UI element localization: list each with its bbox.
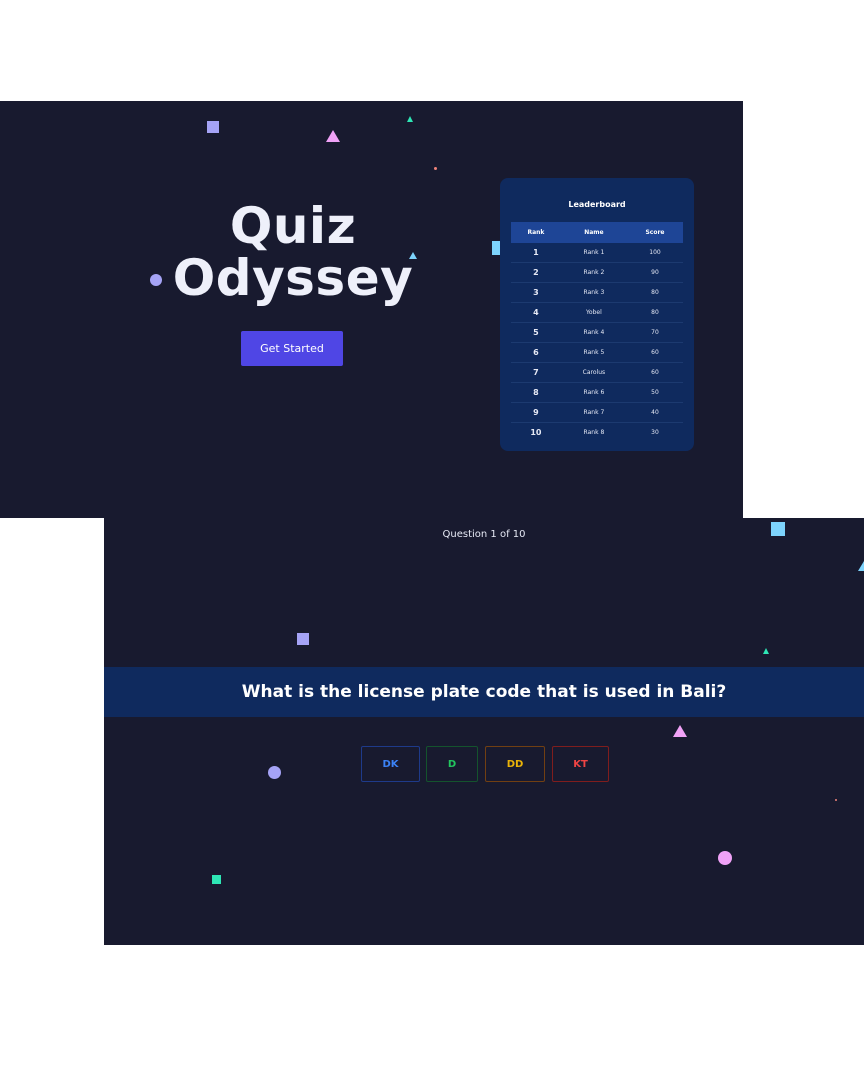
score-cell: 60 (626, 342, 683, 363)
score-cell: 80 (626, 282, 683, 303)
decor-square (492, 241, 500, 255)
rank-cell: 9 (511, 402, 561, 423)
score-cell: 30 (651, 429, 659, 436)
rank-cell: 7 (511, 362, 561, 383)
name-cell: Yobel (560, 302, 627, 323)
decor-triangle (326, 130, 340, 142)
app-title-line1: Quiz (229, 197, 357, 255)
decor-triangle (407, 116, 413, 122)
decor-square (297, 633, 309, 645)
decor-circle (150, 274, 162, 286)
rank-cell: 1 (511, 243, 561, 263)
name-cell: Rank 8 (583, 429, 605, 436)
leaderboard-title: Leaderboard (568, 200, 626, 209)
name-cell: Rank 2 (560, 262, 627, 283)
name-cell: Rank 6 (560, 382, 627, 403)
name-cell: Rank 4 (560, 322, 627, 343)
header-score: Score (626, 222, 683, 243)
quiz-screen: Question 1 of 10 What is the license pla… (104, 518, 864, 945)
score-cell: 70 (626, 322, 683, 343)
rank-cell: 6 (511, 342, 561, 363)
leaderboard-header-row: Rank Name Score (511, 222, 683, 243)
leaderboard-row: 3 Rank 3 80 (511, 282, 683, 303)
score-cell: 80 (626, 302, 683, 323)
header-name: Name (560, 222, 627, 243)
score-cell: 50 (626, 382, 683, 403)
decor-dot (434, 167, 437, 170)
leaderboard-row: 2 Rank 2 90 (511, 262, 683, 283)
answer-button-dk[interactable]: DK (361, 746, 420, 782)
leaderboard-row: 8 Rank 6 50 (511, 382, 683, 403)
leaderboard-row: 9 Rank 7 40 (511, 402, 683, 423)
decor-circle (718, 851, 732, 865)
rank-cell: 8 (511, 382, 561, 403)
decor-triangle (763, 648, 769, 654)
decor-triangle (673, 725, 687, 737)
leaderboard-row: 6 Rank 5 60 (511, 342, 683, 363)
rank-cell: 10 (530, 428, 542, 437)
name-cell: Rank 7 (560, 402, 627, 423)
name-cell: Carolus (560, 362, 627, 383)
answer-button-dd[interactable]: DD (485, 746, 545, 782)
question-banner: What is the license plate code that is u… (104, 667, 864, 717)
leaderboard-row: 4 Yobel 80 (511, 302, 683, 323)
name-cell: Rank 3 (560, 282, 627, 303)
get-started-button[interactable]: Get Started (241, 331, 343, 366)
rank-cell: 5 (511, 322, 561, 343)
answer-button-d[interactable]: D (426, 746, 478, 782)
score-cell: 100 (626, 243, 683, 263)
score-cell: 60 (626, 362, 683, 383)
leaderboard-row: 5 Rank 4 70 (511, 322, 683, 343)
score-cell: 90 (626, 262, 683, 283)
decor-circle (268, 766, 281, 779)
app-title-line2: Odyssey (172, 249, 414, 307)
question-counter: Question 1 of 10 (442, 529, 526, 540)
leaderboard-row: 7 Carolus 60 (511, 362, 683, 383)
landing-screen: Quiz Odyssey Get Started Leaderboard Ran… (0, 101, 743, 518)
score-cell: 40 (626, 402, 683, 423)
rank-cell: 3 (511, 282, 561, 303)
leaderboard-row: 10 Rank 8 30 (511, 423, 683, 443)
rank-cell: 4 (511, 302, 561, 323)
answer-button-kt[interactable]: KT (552, 746, 609, 782)
decor-square (207, 121, 219, 133)
app-title: Quiz Odyssey (168, 200, 418, 304)
leaderboard-row: 1 Rank 1 100 (511, 243, 683, 263)
decor-dot (835, 799, 837, 801)
leaderboard-table: Rank Name Score 1 Rank 1 100 2 Rank 2 90 3 Ra… (511, 222, 683, 442)
name-cell: Rank 5 (560, 342, 627, 363)
name-cell: Rank 1 (560, 243, 627, 263)
decor-triangle (858, 561, 864, 571)
leaderboard-card: Leaderboard Rank Name Score 1 Rank 1 100 2… (500, 178, 694, 451)
decor-square (212, 875, 221, 884)
rank-cell: 2 (511, 262, 561, 283)
question-text: What is the license plate code that is u… (241, 682, 727, 702)
header-rank: Rank (511, 222, 561, 243)
